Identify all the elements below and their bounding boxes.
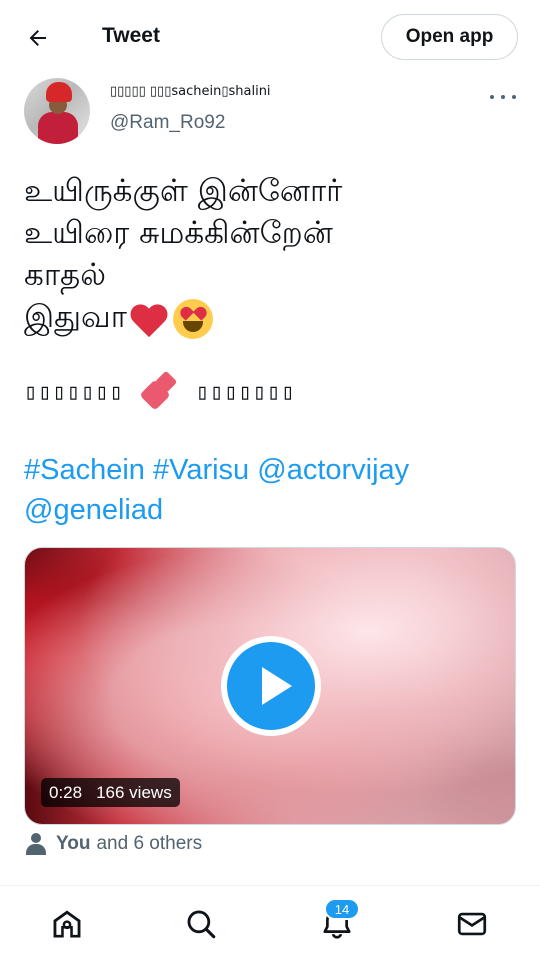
hashtag-link[interactable]: #Varisu	[153, 454, 249, 486]
mention-link[interactable]: @geneliad	[24, 494, 163, 526]
home-icon	[53, 910, 81, 938]
unrendered-text: ▯▯▯▯▯▯▯	[24, 379, 124, 405]
avatar-body-shape	[38, 112, 78, 144]
author-display-name[interactable]: ▯▯▯▯▯ ▯▯▯sachein▯shalini	[110, 84, 271, 99]
avatar-hat-shape	[46, 82, 72, 102]
social-context-you: You	[56, 833, 91, 854]
social-context-others: and 6 others	[96, 833, 203, 854]
back-arrow-icon	[29, 30, 46, 46]
play-icon	[227, 642, 315, 730]
video-player[interactable]: 0:28 166 views	[24, 547, 516, 825]
messages-icon	[457, 912, 487, 936]
tweet-line: காதல்	[24, 257, 106, 293]
dot	[501, 95, 505, 99]
search-icon	[187, 910, 216, 939]
revolving-hearts-icon	[138, 370, 182, 412]
tab-search[interactable]	[181, 904, 221, 944]
back-button[interactable]	[22, 22, 54, 54]
person-icon	[26, 833, 46, 855]
tweet-text: உயிருக்குள் இன்னோர் உயிரை சுமக்கின்றேன் …	[24, 170, 504, 339]
tweet-tags: #Sachein #Varisu @actorvijay @geneliad	[24, 450, 519, 530]
video-meta-badge: 0:28 166 views	[41, 778, 180, 807]
tweet-line: உயிரை சுமக்கின்றேன்	[24, 215, 333, 251]
open-app-button[interactable]: Open app	[381, 14, 518, 60]
avatar[interactable]	[24, 78, 90, 144]
mention-link[interactable]: @actorvijay	[257, 454, 409, 486]
tab-home[interactable]	[47, 904, 87, 944]
tab-messages[interactable]	[452, 904, 492, 944]
page-title: Tweet	[102, 24, 160, 47]
more-options-icon[interactable]	[490, 88, 516, 106]
dot	[490, 95, 494, 99]
red-heart-icon	[129, 301, 169, 337]
video-duration: 0:28	[49, 782, 83, 802]
dot	[512, 95, 516, 99]
notification-count-badge: 14	[324, 898, 360, 920]
play-button[interactable]	[221, 636, 321, 736]
video-views: 166 views	[96, 782, 172, 802]
tweet-secondary-line: ▯▯▯▯▯▯▯ ▯▯▯▯▯▯▯	[24, 370, 296, 412]
tweet-line-text: இதுவா	[24, 299, 127, 335]
tweet-line-with-emoji: இதுவா	[24, 296, 504, 339]
social-context[interactable]: You and 6 others	[26, 831, 202, 857]
top-bar: Tweet Open app	[0, 0, 540, 74]
unrendered-text: ▯▯▯▯▯▯▯	[195, 379, 296, 405]
bottom-tab-bar: 14	[0, 885, 540, 960]
hashtag-link[interactable]: #Sachein	[24, 454, 145, 486]
tweet-line: உயிருக்குள் இன்னோர்	[24, 173, 343, 209]
author-handle[interactable]: @Ram_Ro92	[110, 112, 225, 134]
heart-eyes-emoji-icon	[172, 298, 213, 339]
